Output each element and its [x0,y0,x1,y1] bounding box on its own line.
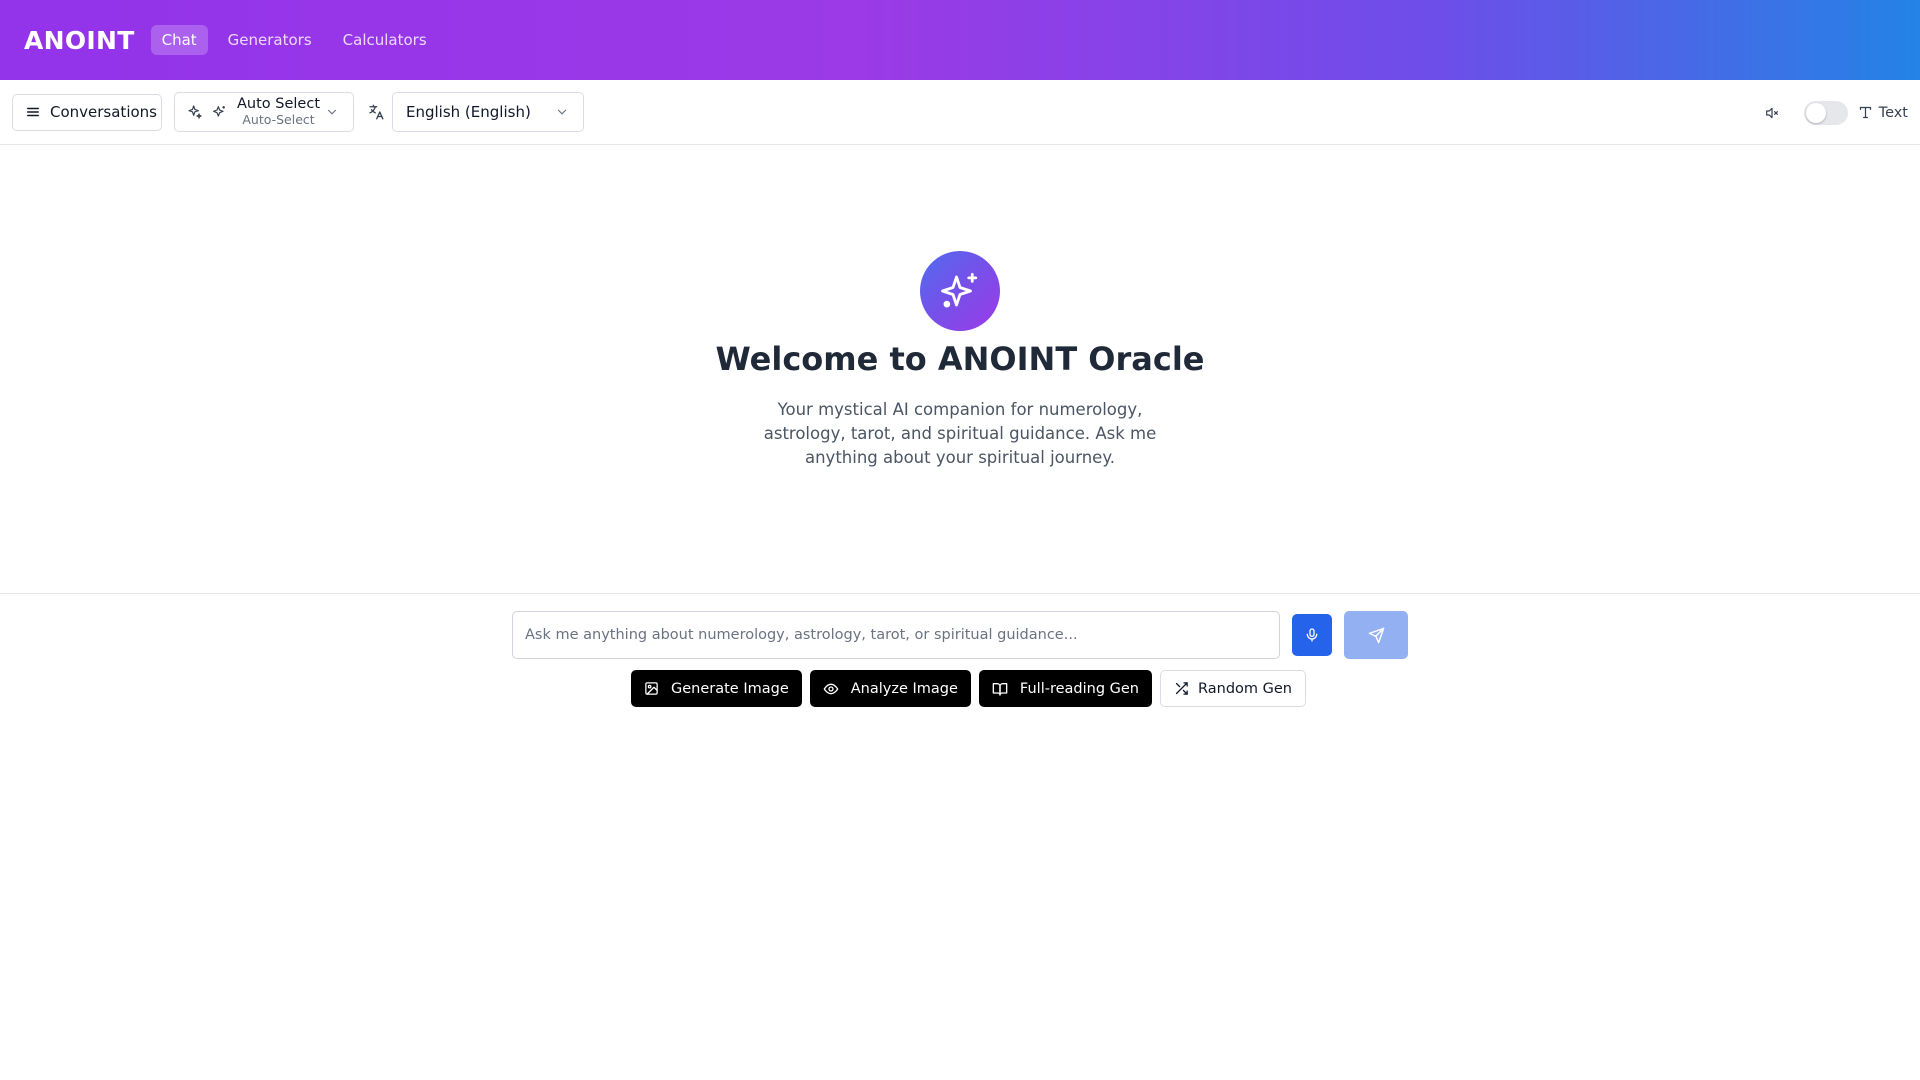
nav-calculators[interactable]: Calculators [332,25,438,55]
top-navigation-bar: ANOINT Chat Generators Calculators [0,0,1920,80]
model-select[interactable]: Auto Select Auto-Select [174,92,354,132]
send-icon [1368,627,1385,644]
language-select[interactable]: English (English) [392,92,584,132]
full-reading-gen-button[interactable]: Full-reading Gen [978,670,1152,707]
microphone-button[interactable] [1292,614,1332,656]
full-reading-gen-label: Full-reading Gen [1019,680,1139,697]
book-open-icon [992,681,1008,697]
quick-actions: Generate Image Analyze Image Full-readin… [631,670,1314,707]
nav-generators[interactable]: Generators [217,25,323,55]
menu-icon [26,105,40,119]
chevron-down-icon [555,105,569,119]
toolbar-right-controls: Text [1764,80,1908,145]
volume-mute-icon[interactable] [1764,105,1780,121]
conversations-button[interactable]: Conversations [12,93,162,131]
brand-logo[interactable]: ANOINT [24,26,135,55]
send-button[interactable] [1344,611,1408,659]
text-mode-indicator[interactable]: Text [1858,105,1908,121]
sparkles-icon [211,104,227,120]
message-composer: Generate Image Analyze Image Full-readin… [0,593,1920,1080]
welcome-title: Welcome to ANOINT Oracle [715,340,1205,378]
image-icon [644,681,659,696]
microphone-icon [1304,627,1320,643]
text-mode-label: Text [1878,104,1908,121]
chevron-down-icon [325,105,339,119]
eye-icon [823,681,839,697]
model-select-sublabel: Auto-Select [242,112,315,128]
conversations-label: Conversations [50,103,157,121]
model-select-labels: Auto Select Auto-Select [237,96,320,127]
toggle-knob [1805,102,1826,123]
generate-image-label: Generate Image [671,680,789,697]
sparkles-icon [939,270,981,312]
type-icon [1858,105,1873,120]
voice-mode-toggle[interactable] [1803,100,1848,125]
shuffle-icon [1174,681,1189,696]
sparkles-icon [187,104,203,120]
model-select-label: Auto Select [237,96,321,113]
nav-chat[interactable]: Chat [150,25,208,55]
welcome-description: Your mystical AI companion for numerolog… [763,400,1157,467]
random-gen-label: Random Gen [1197,680,1292,697]
message-input[interactable] [512,611,1280,659]
generate-image-button[interactable]: Generate Image [631,670,802,707]
random-gen-button[interactable]: Random Gen [1159,670,1306,707]
analyze-image-button[interactable]: Analyze Image [809,670,971,707]
language-select-value: English (English) [406,103,531,121]
oracle-badge [920,251,1000,331]
analyze-image-label: Analyze Image [850,680,958,697]
chat-toolbar: Conversations Auto Select Auto-Select En… [0,80,1920,145]
translate-icon [366,103,386,121]
